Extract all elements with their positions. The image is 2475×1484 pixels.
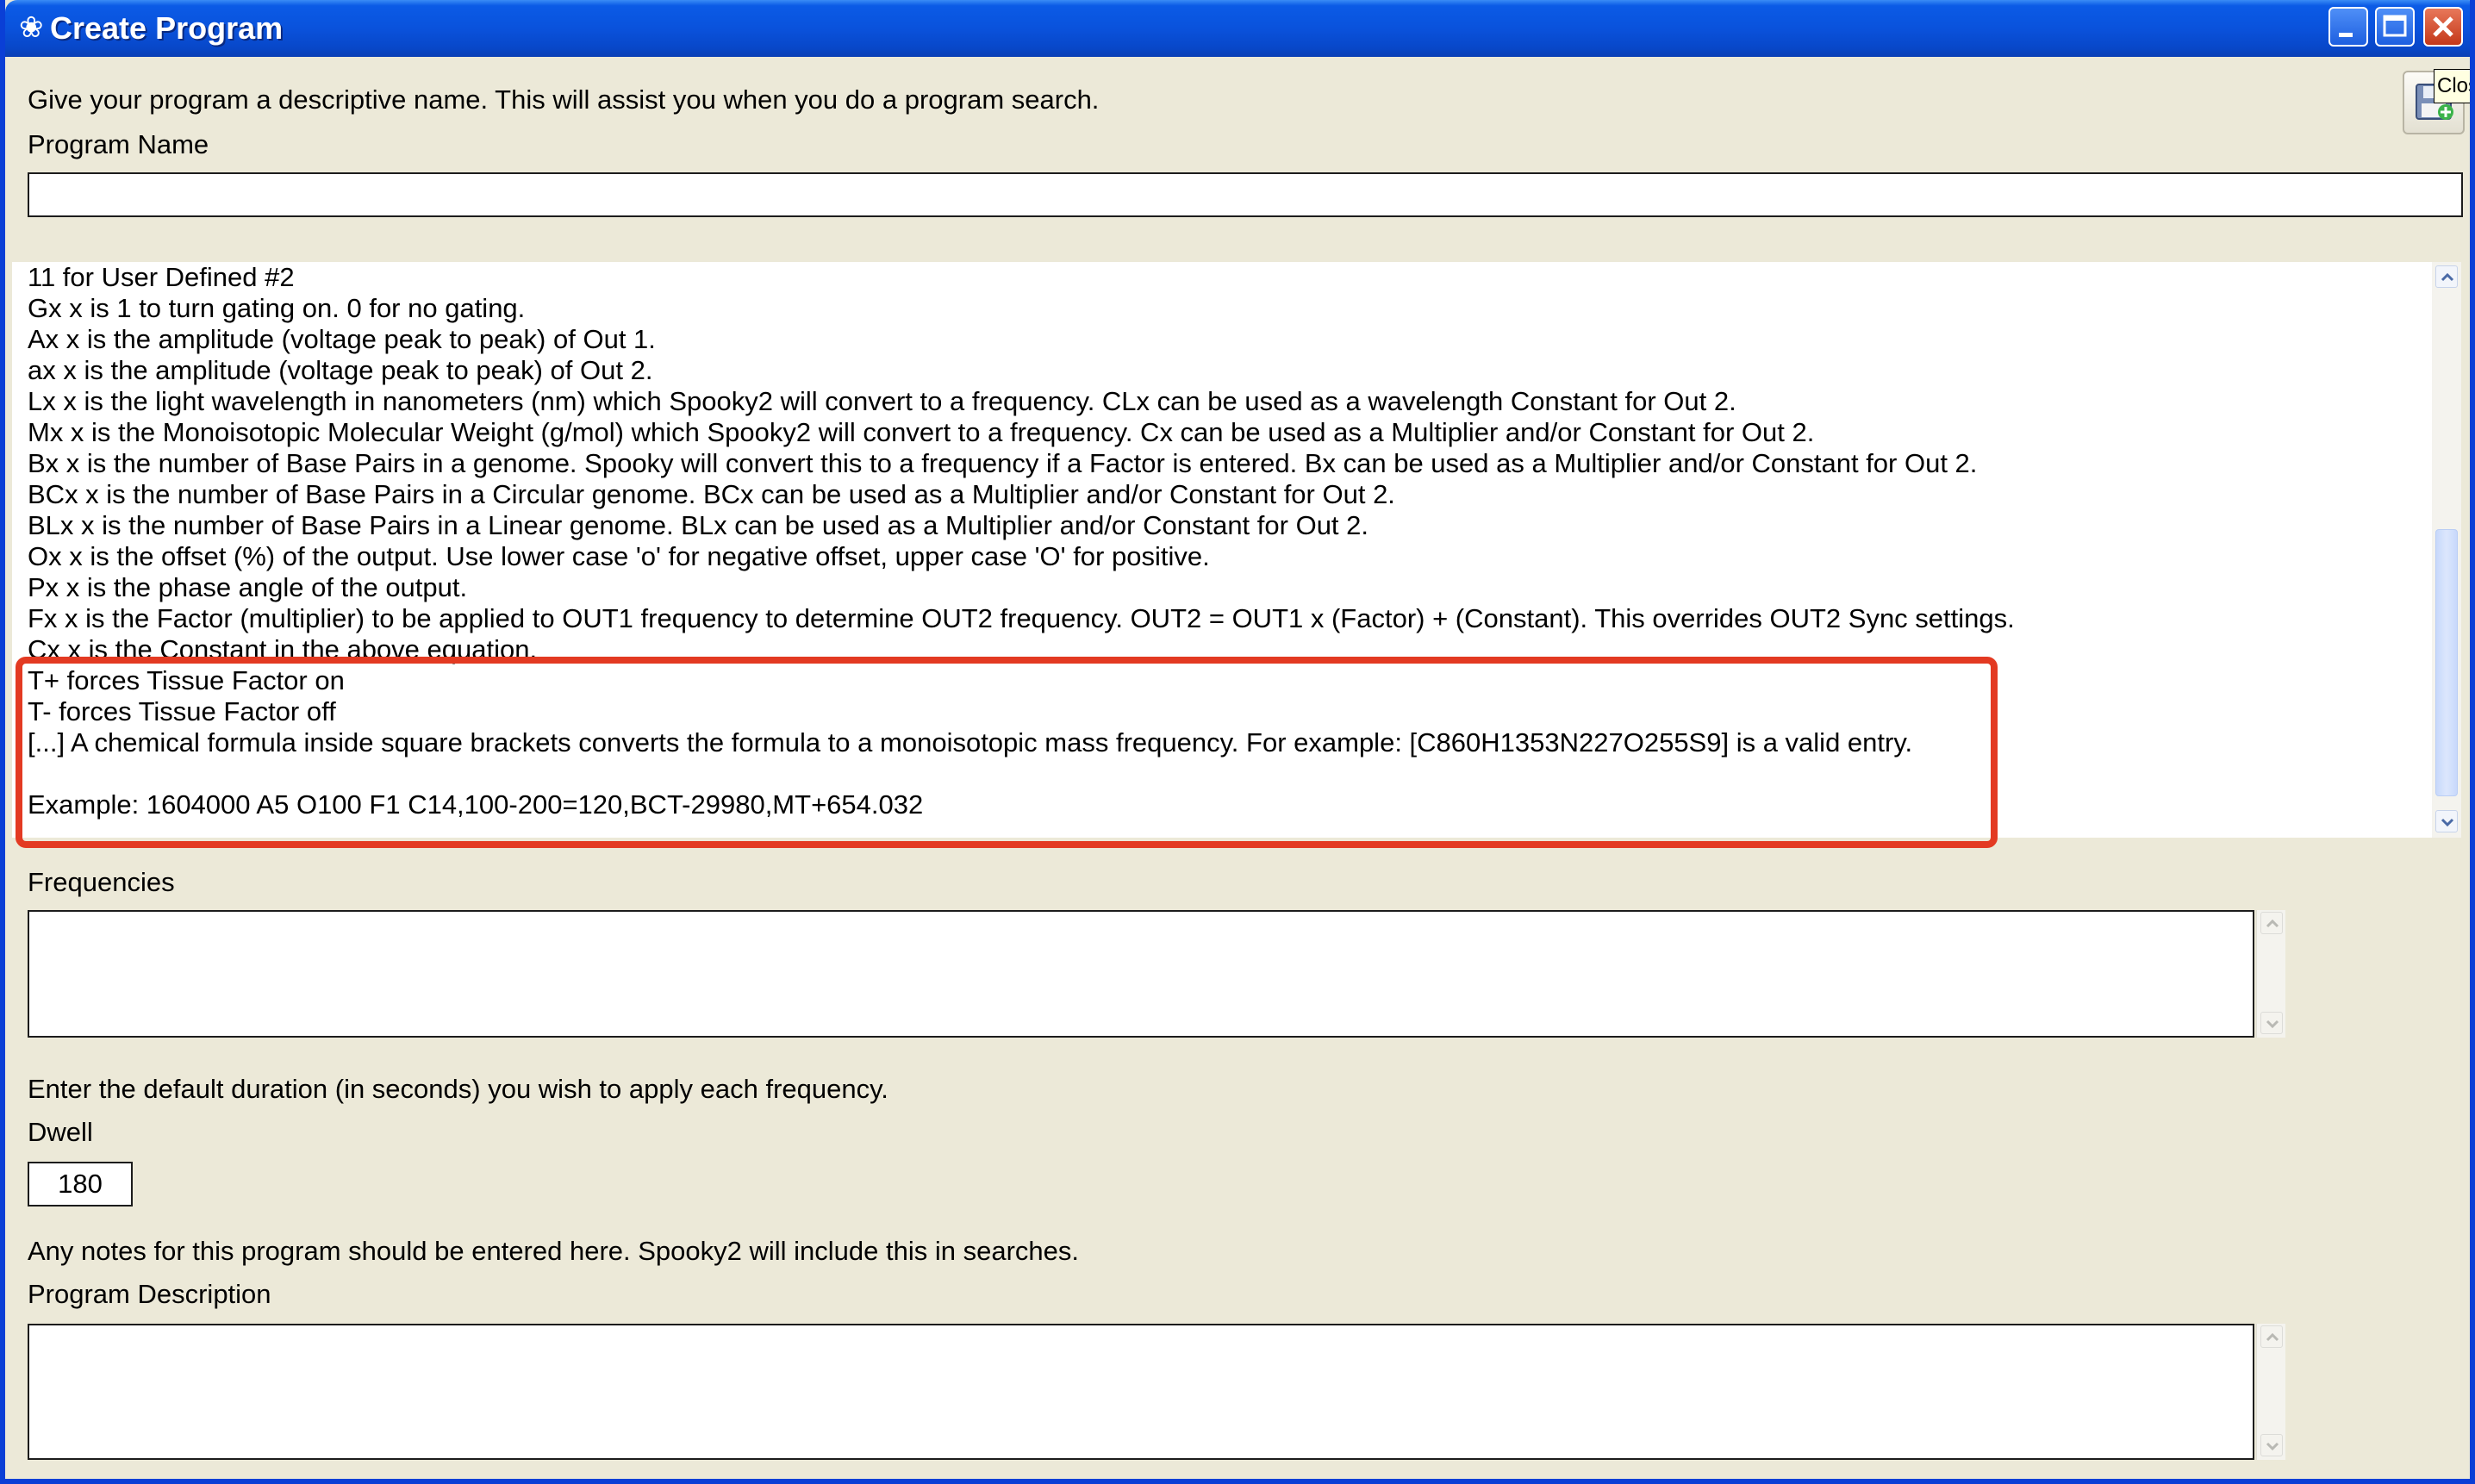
description-label: Program Description [28,1279,271,1309]
frequencies-label: Frequencies [28,867,175,897]
title-bar[interactable]: ❀ Create Program [5,0,2470,57]
close-icon [2433,16,2453,37]
frequencies-scroll-down[interactable] [2260,1012,2283,1034]
create-program-window: ❀ Create Program Close [0,0,2475,1484]
program-name-input[interactable] [28,172,2463,217]
program-name-label: Program Name [28,129,209,159]
description-scrollbar[interactable] [2256,1324,2285,1460]
scroll-up-button[interactable] [2435,265,2458,288]
app-icon: ❀ [19,11,44,44]
syntax-help-line: BCx x is the number of Base Pairs in a C… [28,479,1395,509]
description-hint: Any notes for this program should be ent… [28,1236,1080,1266]
highlight-annotation [16,657,1998,848]
chevron-up-icon [2441,272,2454,282]
maximize-button[interactable] [2375,7,2415,47]
description-input[interactable] [28,1324,2254,1460]
syntax-help-line: Fx x is the Factor (multiplier) to be ap… [28,603,2015,633]
minimize-icon [2339,33,2353,37]
dwell-input[interactable]: 180 [28,1162,133,1207]
chevron-down-icon [2266,1019,2279,1029]
frequencies-input[interactable] [28,910,2254,1038]
description-scroll-down[interactable] [2260,1434,2283,1456]
frequencies-scrollbar[interactable] [2256,910,2285,1038]
window-title: Create Program [50,10,284,46]
syntax-help-line: ax x is the amplitude (voltage peak to p… [28,355,653,385]
dwell-label: Dwell [28,1117,93,1147]
minimize-button[interactable] [2328,7,2368,47]
syntax-help-line: Ax x is the amplitude (voltage peak to p… [28,324,656,354]
dwell-hint: Enter the default duration (in seconds) … [28,1074,888,1104]
maximize-icon [2383,15,2407,37]
frequencies-scroll-up[interactable] [2260,912,2283,934]
program-name-hint: Give your program a descriptive name. Th… [28,84,1100,115]
syntax-help-scrollbar[interactable] [2432,262,2461,838]
close-tooltip: Close [2434,69,2470,103]
close-button[interactable] [2423,7,2463,47]
scroll-thumb[interactable] [2435,529,2458,796]
syntax-help-line: Px x is the phase angle of the output. [28,572,468,602]
syntax-help-line: 11 for User Defined #2 [28,262,295,292]
syntax-help-line: Ox x is the offset (%) of the output. Us… [28,541,1210,571]
description-scroll-up[interactable] [2260,1325,2283,1348]
syntax-help-line: Mx x is the Monoisotopic Molecular Weigh… [28,417,1815,447]
syntax-help-line: Lx x is the light wavelength in nanomete… [28,386,1736,416]
syntax-help-line: BLx x is the number of Base Pairs in a L… [28,510,1369,540]
scroll-down-button[interactable] [2435,810,2458,832]
chevron-up-icon [2266,919,2279,928]
chevron-down-icon [2266,1442,2279,1451]
chevron-up-icon [2266,1332,2279,1342]
syntax-help-line: Gx x is 1 to turn gating on. 0 for no ga… [28,293,526,323]
syntax-help-line: Bx x is the number of Base Pairs in a ge… [28,448,1978,478]
chevron-down-icon [2441,818,2454,827]
